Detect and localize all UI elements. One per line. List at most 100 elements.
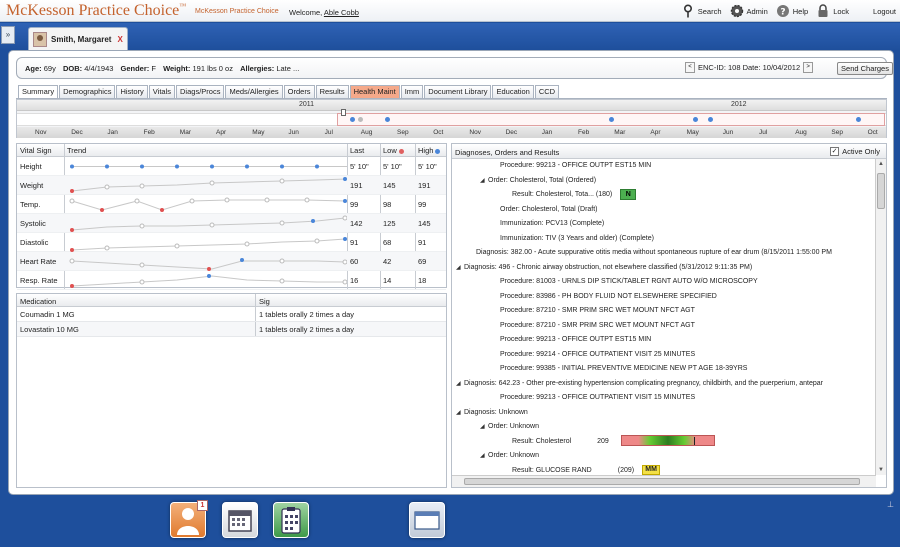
- prev-encounter-button[interactable]: <: [685, 62, 695, 73]
- scrollbar-thumb[interactable]: [464, 478, 860, 485]
- procedure-node[interactable]: Procedure: 99385 - INITIAL PREVENTIVE ME…: [492, 362, 747, 376]
- order-node[interactable]: ◢ Order: Unknown: [480, 449, 539, 463]
- timeline-encounter-dot[interactable]: [708, 117, 713, 122]
- timeline-encounter-dot[interactable]: [856, 117, 861, 122]
- expand-collapse-icon[interactable]: ◢: [480, 449, 488, 463]
- tab-summary[interactable]: Summary: [18, 85, 59, 98]
- timeline-encounter-dot[interactable]: [609, 117, 614, 122]
- allergies-value[interactable]: Late ...: [276, 64, 299, 73]
- tab-ccd[interactable]: CCD: [534, 85, 560, 98]
- expand-collapse-icon[interactable]: ◢: [456, 377, 464, 391]
- help-button[interactable]: ? Help: [776, 4, 808, 18]
- trend-point: [343, 199, 347, 203]
- procedure-node[interactable]: Procedure: 99214 - OFFICE OUTPATIENT VIS…: [492, 348, 695, 362]
- expand-sidebar-button[interactable]: »: [1, 26, 15, 44]
- timeline-month: Jul: [324, 129, 333, 136]
- procedure-node[interactable]: Procedure: 87210 - SMR PRIM SRC WET MOUN…: [492, 304, 695, 318]
- timeline-months: Nov Dec Jan Feb Mar Apr May Jun Jul Aug Sep Oct Nov D…: [17, 127, 886, 138]
- timeline-month: Nov: [35, 129, 47, 136]
- procedure-node[interactable]: Immunization: TIV (3 Years and older) (C…: [492, 232, 654, 246]
- pin-icon[interactable]: ⊥: [887, 500, 894, 509]
- encounter-timeline[interactable]: 2011 2012 Nov Dec Jan Feb Mar Apr May Jun Jul Aug…: [16, 99, 887, 138]
- medication-row[interactable]: Lovastatin 10 MG 1 tablets orally 2 time…: [17, 322, 446, 337]
- next-encounter-button[interactable]: >: [803, 62, 814, 73]
- expand-collapse-icon[interactable]: ◢: [456, 261, 464, 275]
- user-link[interactable]: Able Cobb: [324, 8, 359, 17]
- close-patient-tab-icon[interactable]: X: [117, 35, 122, 44]
- tree-node-text: Order: Cholesterol, Total (Draft): [500, 205, 598, 213]
- diagnoses-vertical-scrollbar[interactable]: ▲ ▼: [875, 159, 886, 475]
- timeline-encounter-dot[interactable]: [385, 117, 390, 122]
- tab-history[interactable]: History: [116, 85, 148, 98]
- medication-row[interactable]: Coumadin 1 MG 1 tablets orally 2 times a…: [17, 307, 446, 322]
- trend-point: [69, 198, 75, 204]
- tab-diags-procs[interactable]: Diags/Procs: [176, 85, 225, 98]
- admin-button[interactable]: Admin: [730, 4, 768, 18]
- tab-education[interactable]: Education: [492, 85, 534, 98]
- tab-health-maint[interactable]: Health Maint: [349, 85, 400, 98]
- send-charges-button[interactable]: Send Charges: [837, 62, 893, 75]
- tab-meds-allergies[interactable]: Meds/Allergies: [225, 85, 283, 98]
- tab-vitals[interactable]: Vitals: [148, 85, 176, 98]
- order-node[interactable]: ◢ Order: Cholesterol, Total (Ordered): [480, 174, 596, 188]
- vitals-trend-sparklines: [69, 164, 347, 288]
- procedure-node[interactable]: Immunization: PCV13 (Complete): [492, 217, 604, 231]
- trend-point: [342, 279, 347, 285]
- timeline-year: 2011: [299, 101, 315, 108]
- expand-collapse-icon[interactable]: ◢: [480, 420, 488, 434]
- expand-collapse-icon[interactable]: ◢: [480, 174, 488, 188]
- timeline-encounter-dot[interactable]: [350, 117, 355, 122]
- multiple-results-badge[interactable]: MM: [642, 464, 661, 475]
- tab-orders[interactable]: Orders: [283, 85, 315, 98]
- procedure-node[interactable]: Procedure: 83986 - PH BODY FLUID NOT ELS…: [492, 290, 717, 304]
- timeline-drag-handle[interactable]: [341, 109, 346, 116]
- result-node[interactable]: Result: Cholesterol 209: [504, 435, 715, 449]
- diagnoses-tree: Procedure: 99213 - OFFICE OUTPT EST15 MI…: [452, 159, 876, 475]
- calendar-icon: [228, 510, 252, 532]
- trend-point: [210, 164, 214, 169]
- active-only-checkbox[interactable]: ✓ Active Only: [830, 147, 880, 156]
- weight-value: 191 lbs 0 oz: [192, 64, 233, 73]
- normal-result-badge[interactable]: N: [620, 188, 637, 200]
- procedure-node[interactable]: Procedure: 87210 - SMR PRIM SRC WET MOUN…: [492, 319, 695, 333]
- tab-demographics[interactable]: Demographics: [59, 85, 116, 98]
- calendar-dock-button[interactable]: [222, 502, 258, 538]
- diagnosis-node[interactable]: ◢ Diagnosis: 642.23 - Other pre-existing …: [456, 377, 823, 391]
- patient-tab[interactable]: Smith, Margaret X: [28, 27, 128, 50]
- timeline-encounter-dot[interactable]: [693, 117, 698, 122]
- order-node[interactable]: ◢ Order: Unknown: [480, 420, 539, 434]
- search-button[interactable]: Search: [681, 4, 722, 18]
- logout-link[interactable]: Logout: [873, 7, 896, 16]
- welcome-text: Welcome, Able Cobb: [289, 8, 359, 17]
- window-dock-button[interactable]: [409, 502, 445, 538]
- scroll-down-icon[interactable]: ▼: [876, 465, 886, 475]
- tab-imm[interactable]: Imm: [400, 85, 424, 98]
- diagnosis-node[interactable]: ◢ Diagnosis: Unknown: [456, 406, 528, 420]
- trend-point: [343, 177, 347, 181]
- tree-node-text: Procedure: 99214 - OFFICE OUTPATIENT VIS…: [500, 350, 696, 358]
- timeline-encounter-dot[interactable]: [358, 117, 363, 122]
- procedure-node[interactable]: Procedure: 99213 - OFFICE OUTPT EST15 MI…: [492, 159, 651, 173]
- diagnosis-node[interactable]: Diagnosis: 382.00 - Acute suppurative ot…: [468, 246, 832, 260]
- timeline-month: May: [686, 129, 699, 136]
- trend-point: [207, 267, 211, 271]
- result-node[interactable]: Result: GLUCOSE RAND (209) MM: [504, 464, 661, 476]
- procedure-node[interactable]: Procedure: 99213 - OFFICE OUTPATIENT VIS…: [492, 391, 695, 405]
- lock-button[interactable]: Lock: [816, 4, 849, 18]
- main-panel: Age: 69y DOB: 4/4/1943 Gender: F Weight:…: [8, 50, 894, 495]
- double-chevron-right-icon: »: [5, 30, 11, 39]
- procedure-node[interactable]: Procedure: 99213 - OFFICE OUTPT EST15 MI…: [492, 333, 651, 347]
- tasks-dock-button[interactable]: [273, 502, 309, 538]
- scroll-up-icon[interactable]: ▲: [876, 159, 886, 169]
- timeline-month: Apr: [650, 129, 661, 136]
- timeline-month: Apr: [216, 129, 227, 136]
- expand-collapse-icon[interactable]: ◢: [456, 406, 464, 420]
- order-node[interactable]: Order: Cholesterol, Total (Draft): [492, 203, 598, 217]
- result-node[interactable]: Result: Cholesterol, Tota... (180) N: [504, 188, 637, 202]
- tab-results[interactable]: Results: [315, 85, 349, 98]
- procedure-node[interactable]: Procedure: 81003 - URNLS DIP STICK/TABLE…: [492, 275, 758, 289]
- diagnosis-node[interactable]: ◢ Diagnosis: 496 - Chronic airway obstruc…: [456, 261, 752, 275]
- scrollbar-thumb[interactable]: [877, 173, 885, 209]
- tab-document-library[interactable]: Document Library: [424, 85, 492, 98]
- diagnoses-horizontal-scrollbar[interactable]: [452, 475, 876, 487]
